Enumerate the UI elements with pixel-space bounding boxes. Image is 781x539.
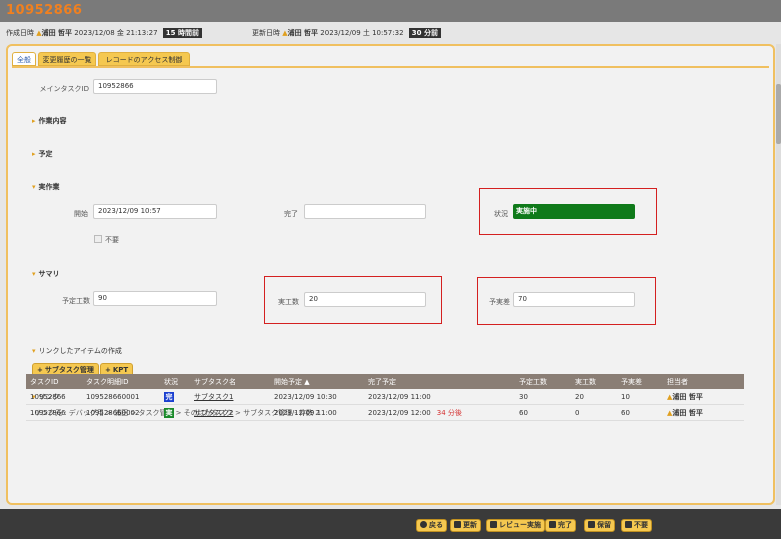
planned-hours-label: 予定工数 <box>62 297 90 305</box>
created-datetime: 2023/12/08 金 21:13:27 <box>74 29 158 37</box>
col-start-plan[interactable]: 開始予定 ▲ <box>270 374 364 389</box>
status-badge: 完 <box>164 391 174 402</box>
cell-subtask-name: サブタスク1 <box>190 389 270 405</box>
variance-highlight <box>477 277 656 325</box>
expanded-arrow-icon: ▾ <box>32 183 36 191</box>
start-label: 開始 <box>74 210 88 218</box>
end-input[interactable] <box>304 204 426 219</box>
cell-actual: 20 <box>571 389 617 405</box>
tab-general[interactable]: 全般 <box>12 52 36 66</box>
cell-detail-id: 109528660002 <box>82 404 160 421</box>
linked-items-table: タスクID タスク明細ID 状況 サブタスク名 開始予定 ▲ 完了予定 予定工数… <box>26 374 744 421</box>
updated-user: 浦田 哲平 <box>287 29 319 37</box>
tab-divider <box>12 66 769 68</box>
col-end-plan[interactable]: 完了予定 <box>364 374 515 389</box>
collapsed-arrow-icon: ▸ <box>32 117 36 125</box>
title-bar: 10952866 <box>0 0 781 22</box>
scrollbar-thumb[interactable] <box>776 84 781 144</box>
bottom-toolbar: 戻る 更新 レビュー実施 完了 保留 不要 <box>0 509 781 539</box>
cell-end: 2023/12/09 12:00 34 分後 <box>364 404 515 421</box>
plus-icon: + <box>37 366 43 374</box>
col-task-id[interactable]: タスクID <box>26 374 82 389</box>
back-button[interactable]: 戻る <box>416 519 447 532</box>
updated-ago-badge: 30 分前 <box>408 28 441 38</box>
col-status[interactable]: 状況 <box>160 374 190 389</box>
expanded-arrow-icon: ▾ <box>32 270 36 278</box>
save-icon <box>588 521 595 528</box>
cell-task-id: 10952866 <box>26 404 82 421</box>
cell-actual: 0 <box>571 404 617 421</box>
subtask-link[interactable]: サブタスク2 <box>194 409 233 417</box>
tab-history[interactable]: 変更履歴の一覧 <box>38 52 96 66</box>
back-icon <box>420 521 427 528</box>
table-row[interactable]: 10952866 109528660002 実 サブタスク2 2023/12/0… <box>26 404 744 421</box>
subtask-link[interactable]: サブタスク1 <box>194 393 233 401</box>
save-icon <box>454 521 461 528</box>
save-icon <box>490 521 497 528</box>
record-panel: 全般 変更履歴の一覧 レコードのアクセス制御 メインタスクID 10952866… <box>6 44 775 505</box>
unneeded-button[interactable]: 不要 <box>621 519 652 532</box>
expanded-arrow-icon: ▾ <box>32 347 36 355</box>
table-row[interactable]: 10952866 109528660001 完 サブタスク1 2023/12/0… <box>26 389 744 405</box>
col-actual-hours[interactable]: 実工数 <box>571 374 617 389</box>
actual-hours-highlight <box>264 276 442 324</box>
plus-icon: + <box>105 366 111 374</box>
created-label: 作成日時 <box>6 29 34 37</box>
table-header-row: タスクID タスク明細ID 状況 サブタスク名 開始予定 ▲ 完了予定 予定工数… <box>26 374 744 389</box>
save-icon <box>625 521 632 528</box>
end-label: 完了 <box>284 210 298 218</box>
section-work[interactable]: ▸ 作業内容 <box>32 116 67 126</box>
record-id: 10952866 <box>6 3 83 18</box>
status-highlight <box>479 188 657 235</box>
unneeded-label: 不要 <box>105 236 119 244</box>
main-task-label: メインタスクID <box>39 85 89 93</box>
updated-info: 更新日時 ▲浦田 哲平 2023/12/09 土 10:57:32 30 分前 <box>252 28 441 38</box>
cell-diff: 10 <box>617 389 663 405</box>
complete-button[interactable]: 完了 <box>545 519 576 532</box>
cell-status: 完 <box>160 389 190 405</box>
cell-start: 2023/12/09 10:30 <box>270 389 364 405</box>
collapsed-arrow-icon: ▸ <box>32 150 36 158</box>
cell-end: 2023/12/09 11:00 <box>364 389 515 405</box>
cell-owner: ▲浦田 哲平 <box>663 404 744 421</box>
col-planned-hours[interactable]: 予定工数 <box>515 374 571 389</box>
unneeded-checkbox[interactable] <box>94 235 102 243</box>
created-ago-badge: 15 時間前 <box>162 28 202 38</box>
cell-task-id: 10952866 <box>26 389 82 405</box>
hold-button[interactable]: 保留 <box>584 519 615 532</box>
cell-subtask-name: サブタスク2 <box>190 404 270 421</box>
col-variance[interactable]: 予実差 <box>617 374 663 389</box>
main-task-input[interactable]: 10952866 <box>93 79 217 94</box>
cell-start: 2023/12/09 11:00 <box>270 404 364 421</box>
cell-planned: 60 <box>515 404 571 421</box>
updated-label: 更新日時 <box>252 29 280 37</box>
save-icon <box>549 521 556 528</box>
planned-hours-input[interactable]: 90 <box>93 291 217 306</box>
cell-planned: 30 <box>515 389 571 405</box>
start-input[interactable]: 2023/12/09 10:57 <box>93 204 217 219</box>
cell-diff: 60 <box>617 404 663 421</box>
cell-detail-id: 109528660001 <box>82 389 160 405</box>
col-subtask-name[interactable]: サブタスク名 <box>190 374 270 389</box>
late-indicator: 34 分後 <box>436 408 462 417</box>
section-summary[interactable]: ▾ サマリ <box>32 269 60 279</box>
cell-status: 実 <box>160 404 190 421</box>
status-badge: 実 <box>164 407 174 418</box>
tab-access-control[interactable]: レコードのアクセス制御 <box>98 52 190 66</box>
created-user: 浦田 哲平 <box>41 29 73 37</box>
col-owner[interactable]: 担当者 <box>663 374 744 389</box>
record-meta: 作成日時 ▲浦田 哲平 2023/12/08 金 21:13:27 15 時間前… <box>0 22 781 42</box>
section-schedule[interactable]: ▸ 予定 <box>32 149 53 159</box>
scrollbar[interactable] <box>776 44 781 505</box>
created-info: 作成日時 ▲浦田 哲平 2023/12/08 金 21:13:27 15 時間前 <box>6 28 202 38</box>
section-linked-create[interactable]: ▾ リンクしたアイテムの作成 <box>32 346 122 356</box>
section-actual[interactable]: ▾ 実作業 <box>32 182 60 192</box>
review-button[interactable]: レビュー実施 <box>486 519 545 532</box>
col-detail-id[interactable]: タスク明細ID <box>82 374 160 389</box>
update-button[interactable]: 更新 <box>450 519 481 532</box>
updated-datetime: 2023/12/09 土 10:57:32 <box>320 29 404 37</box>
cell-owner: ▲浦田 哲平 <box>663 389 744 405</box>
